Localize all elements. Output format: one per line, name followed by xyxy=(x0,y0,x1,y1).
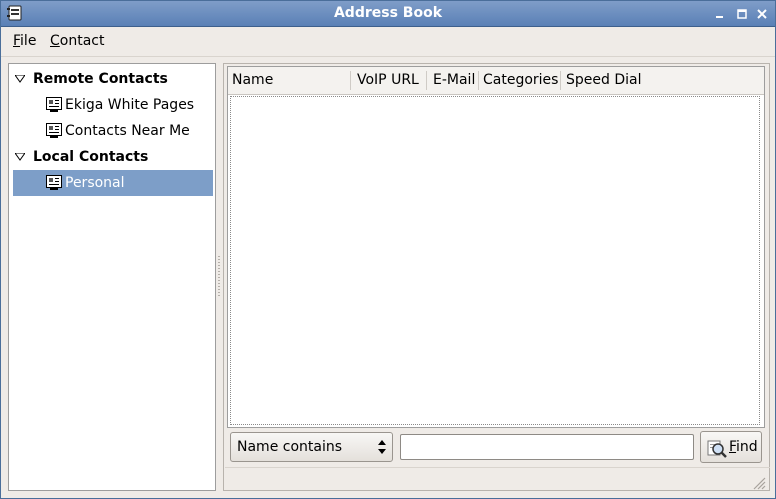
expander-down-icon[interactable] xyxy=(15,75,25,83)
tree-group-remote-contacts[interactable]: Remote Contacts xyxy=(9,66,215,92)
contacts-list-body[interactable] xyxy=(230,96,760,425)
address-book-tree[interactable]: Remote Contacts Ekiga White Pages Contac… xyxy=(8,63,216,491)
column-header-categories[interactable]: Categories xyxy=(483,72,558,88)
updown-arrows-icon xyxy=(378,440,386,454)
search-filter-value: Name contains xyxy=(237,439,343,455)
tree-group-label: Local Contacts xyxy=(33,149,149,165)
address-book-icon xyxy=(46,97,62,112)
column-header-speed-dial[interactable]: Speed Dial xyxy=(566,72,641,88)
tree-group-label: Remote Contacts xyxy=(33,71,168,87)
tree-item-label: Ekiga White Pages xyxy=(65,97,195,113)
find-button-label: Find xyxy=(729,439,758,455)
window-title: Address Book xyxy=(333,5,443,21)
status-bar xyxy=(225,467,770,492)
contacts-list[interactable]: Name VoIP URL E-Mail Categories Speed Di… xyxy=(227,66,765,428)
title-bar[interactable]: Address Book xyxy=(1,1,775,27)
menu-file[interactable]: File xyxy=(13,33,36,49)
column-divider[interactable] xyxy=(478,71,479,90)
find-button[interactable]: Find xyxy=(700,431,762,463)
tree-item-ekiga-white-pages[interactable]: Ekiga White Pages xyxy=(9,92,215,118)
pane-resize-handle[interactable] xyxy=(217,256,221,298)
column-divider[interactable] xyxy=(560,71,561,90)
tree-item-label: Personal xyxy=(65,175,125,191)
column-header-email[interactable]: E-Mail xyxy=(433,72,475,88)
maximize-icon[interactable] xyxy=(735,7,749,21)
search-icon xyxy=(707,440,727,458)
close-icon[interactable] xyxy=(755,7,769,21)
minimize-icon[interactable] xyxy=(713,7,727,21)
column-divider[interactable] xyxy=(350,71,351,90)
tree-item-label: Contacts Near Me xyxy=(65,123,190,139)
column-header-voip-url[interactable]: VoIP URL xyxy=(357,72,419,88)
expander-down-icon[interactable] xyxy=(15,153,25,161)
tree-item-personal[interactable]: Personal xyxy=(13,170,213,196)
column-header-name[interactable]: Name xyxy=(232,72,273,88)
menu-bar: File Contact xyxy=(1,27,775,57)
tree-group-local-contacts[interactable]: Local Contacts xyxy=(9,144,215,170)
column-headers: Name VoIP URL E-Mail Categories Speed Di… xyxy=(228,67,764,95)
resize-grip-icon[interactable] xyxy=(752,476,766,490)
menu-contact[interactable]: Contact xyxy=(50,33,104,49)
search-filter-select[interactable]: Name contains xyxy=(230,432,393,462)
address-book-icon xyxy=(46,175,62,190)
tree-item-contacts-near-me[interactable]: Contacts Near Me xyxy=(9,118,215,144)
search-input[interactable] xyxy=(400,434,694,460)
address-book-window: Address Book File Contact Remote Contact… xyxy=(0,0,776,499)
column-divider[interactable] xyxy=(426,71,427,90)
address-book-icon xyxy=(46,123,62,138)
